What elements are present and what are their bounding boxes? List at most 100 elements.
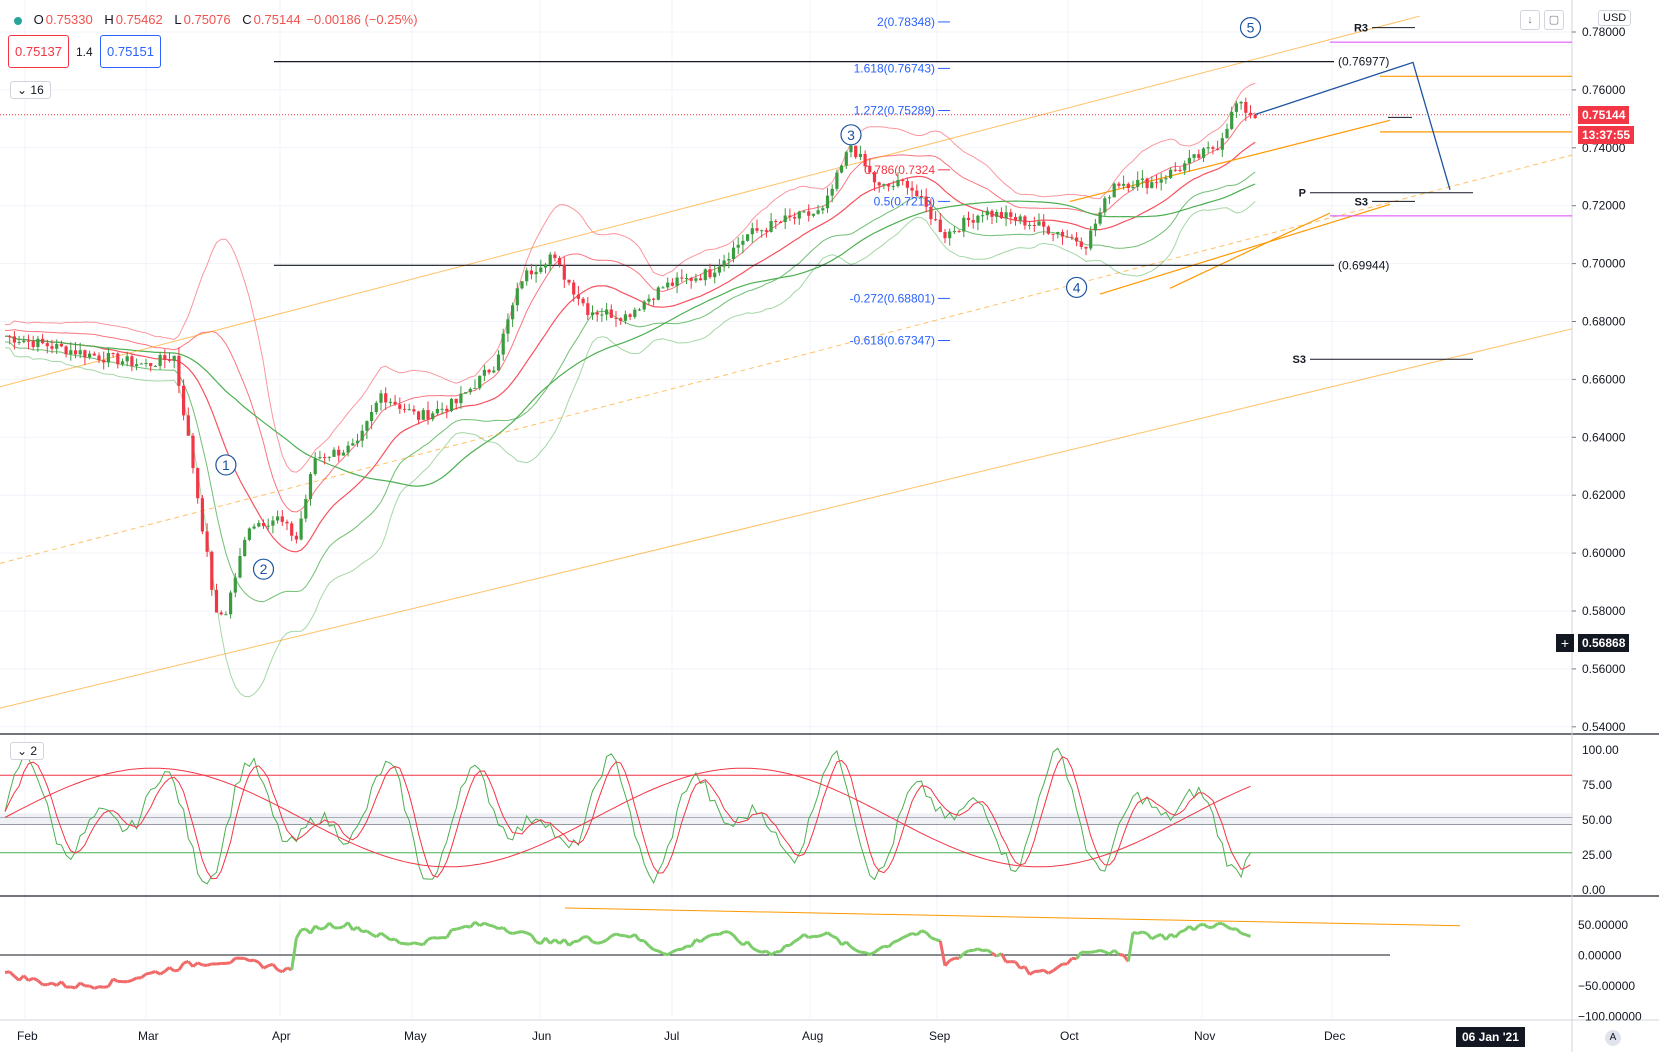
candle-body [130, 356, 134, 367]
low-value: 0.75076 [183, 12, 231, 27]
osc-segment [126, 978, 133, 984]
maximize-button[interactable]: ▢ [1544, 10, 1564, 30]
candle-body [957, 231, 961, 233]
candle-body [760, 230, 764, 232]
month-label: Dec [1324, 1029, 1345, 1043]
candle-body [355, 440, 360, 444]
candle-body [934, 219, 938, 221]
indicator-count-main: 16 [30, 83, 44, 97]
osc-segment [977, 947, 984, 953]
candle-body [158, 355, 162, 366]
price-tick-label: 0.78000 [1582, 25, 1626, 39]
candle-body [229, 592, 233, 615]
candle-body [642, 301, 646, 310]
candle-body [1126, 183, 1130, 189]
last-price-tag: 0.75144 [1578, 106, 1630, 124]
candle-body [163, 355, 167, 360]
indicators-toggle-main[interactable]: ⌄ 16 [10, 81, 51, 99]
sell-button[interactable]: 0.75137 [8, 35, 69, 68]
wave-label: 3 [847, 127, 855, 143]
osc-segment [662, 951, 669, 957]
auto-scale-button[interactable]: A [1605, 1030, 1621, 1046]
osc-segment [427, 936, 434, 941]
candle-body [1216, 148, 1220, 150]
candle-body [304, 498, 308, 519]
osc-segment [460, 924, 467, 930]
candle-body [17, 342, 21, 344]
stoch-tick-label: 75.00 [1582, 778, 1612, 792]
candle-body [863, 153, 867, 167]
pivot-label: P [1299, 188, 1306, 200]
osc-tick-label: −100.00000 [1578, 1010, 1642, 1024]
osc-tick-label: 50.00000 [1578, 918, 1628, 932]
candle-body [1253, 114, 1257, 119]
candle-body [548, 254, 552, 265]
candle-body [764, 230, 768, 232]
candle-body [807, 211, 811, 216]
candle-body [1004, 212, 1008, 219]
chart-canvas[interactable]: 0.780000.760000.740000.720000.700000.680… [0, 0, 1659, 1052]
buy-button[interactable]: 0.75151 [100, 35, 161, 68]
osc-segment [1179, 928, 1186, 934]
candle-body [793, 217, 797, 219]
stoch-tick-label: 0.00 [1582, 883, 1606, 897]
candle-body [1173, 169, 1177, 171]
candle-body [858, 153, 862, 158]
candle-body [825, 195, 830, 209]
candle-body [167, 359, 172, 361]
candle-body [45, 343, 49, 347]
month-label: Mar [138, 1029, 159, 1043]
candle-body [224, 614, 228, 616]
candle-body [633, 309, 637, 317]
currency-label[interactable]: USD [1598, 10, 1632, 26]
candle-body [36, 338, 40, 348]
osc-segment [1245, 933, 1252, 938]
osc-segment [526, 931, 533, 937]
low-label: L [174, 12, 182, 27]
candle-body [727, 258, 731, 261]
candle-body [722, 260, 726, 267]
osc-segment [1038, 968, 1045, 973]
candle-body [924, 196, 928, 207]
candle-body [191, 435, 195, 469]
candle-body [435, 408, 439, 414]
indicators-toggle-sub[interactable]: ⌄ 2 [10, 742, 45, 760]
candle-body [294, 535, 298, 540]
osc-segment [507, 930, 514, 936]
month-label: Oct [1060, 1029, 1079, 1043]
candle-body [506, 319, 510, 334]
month-label: Feb [17, 1029, 38, 1043]
osc-tick-label: −50.00000 [1578, 979, 1635, 993]
fib-level-label: -0.618(0.67347) [850, 333, 935, 347]
download-button[interactable]: ↓ [1520, 10, 1540, 30]
close-label: C [242, 12, 252, 27]
candle-body [492, 370, 496, 373]
candle-body [482, 369, 486, 376]
osc-segment [512, 930, 518, 936]
candle-body [393, 401, 397, 405]
candle-body [135, 364, 139, 367]
candle-body [1037, 221, 1041, 226]
pivot-label: R3 [1354, 23, 1368, 35]
candle-body [1136, 179, 1140, 187]
sell-price: 0.75137 [15, 44, 62, 59]
candle-body [713, 272, 717, 278]
candle-body [915, 190, 919, 196]
candle-body [464, 392, 468, 394]
candle-body [619, 318, 623, 321]
candle-body [877, 182, 881, 186]
indicator-count-sub: 2 [30, 744, 38, 758]
candle-body [1112, 183, 1116, 198]
candle-body [938, 219, 942, 233]
candle-body [609, 309, 613, 318]
add-alert-icon[interactable]: + [1556, 634, 1574, 652]
candle-body [534, 271, 538, 275]
price-tick-label: 0.68000 [1582, 315, 1626, 329]
candle-body [666, 282, 670, 288]
osc-segment [98, 985, 104, 989]
candle-body [1056, 231, 1060, 235]
candle-body [699, 278, 703, 281]
osc-segment [808, 934, 814, 940]
candle-body [449, 398, 454, 412]
candle-body [1225, 128, 1229, 139]
